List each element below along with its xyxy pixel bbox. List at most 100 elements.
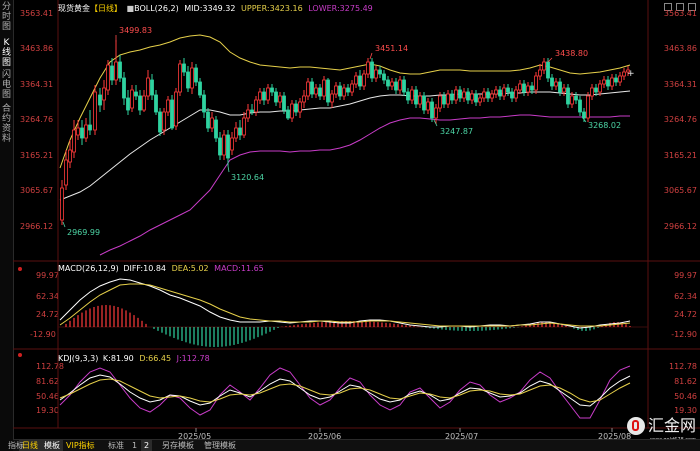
candle-body [222, 134, 226, 156]
candle-body [382, 73, 386, 81]
candle-body [558, 81, 562, 93]
candle-body [442, 95, 446, 105]
candle-body [370, 61, 374, 79]
candle-body [246, 109, 250, 119]
candle-body [550, 77, 554, 87]
candle-body [566, 87, 570, 105]
candle-body [318, 87, 322, 97]
candle-body [582, 111, 586, 119]
candle-body [586, 95, 590, 119]
candle-body [518, 83, 522, 91]
candle-body [538, 69, 542, 77]
chart-canvas[interactable]: 3499.83 3451.14 3438.80 3247.87 3268.02 … [0, 0, 700, 451]
candle-body [206, 111, 210, 129]
candle-body [314, 87, 318, 95]
kdj-marker-dot [18, 353, 22, 357]
candle-body [130, 89, 134, 109]
candle-body [242, 117, 246, 136]
tab-vip[interactable]: VIP指标 [63, 440, 98, 451]
tab-manage-template[interactable]: 管理模板 [201, 440, 239, 451]
candle-body [150, 79, 154, 96]
tab-save-template[interactable]: 另存模板 [159, 440, 197, 451]
macd-diff-line [59, 278, 631, 329]
high-annotation: 3451.14 [375, 44, 408, 53]
candle-body [482, 91, 486, 99]
candle-body [210, 117, 214, 129]
candle-body [610, 77, 614, 87]
candle-body [278, 95, 282, 103]
low-annotation: 3120.64 [231, 173, 264, 182]
candle-body [64, 159, 68, 186]
candle-body [158, 111, 162, 133]
candle-body [562, 87, 566, 93]
candle-body [546, 61, 550, 79]
candle-body [486, 91, 490, 99]
candle-body [570, 95, 574, 105]
macd-histogram [65, 305, 631, 347]
tab-page-2[interactable]: 2 [141, 440, 153, 451]
candle-body [434, 107, 438, 119]
candle-body [266, 87, 270, 101]
bottom-toolbar: 日线 指标 模板 VIP指标 标准 1 2 另存模板 管理模板 [8, 439, 700, 451]
tab-template[interactable]: 模板 [41, 440, 63, 451]
candle-body [302, 95, 306, 103]
trading-chart-app: 分时图 K线图 闪电图 合约资料 现货黄金【日线】 ■BOLL(26,2) MI… [0, 0, 700, 451]
candle-body [430, 101, 434, 119]
candle-body [174, 91, 178, 127]
candle-body [506, 87, 510, 93]
candle-body [250, 109, 254, 113]
candle-body [362, 73, 366, 87]
candle-body [602, 79, 606, 85]
candle-body [114, 61, 118, 81]
candle-body [154, 94, 158, 113]
candle-body [68, 149, 72, 163]
candle-body [262, 91, 266, 101]
candle-body [526, 85, 530, 93]
candle-body [574, 95, 578, 101]
candle-body [474, 93, 478, 103]
candle-body [190, 67, 194, 89]
candle-body [426, 101, 430, 111]
candle-body [606, 79, 610, 87]
candle-body [438, 95, 442, 109]
candle-body [178, 63, 182, 93]
candle-body [618, 75, 622, 83]
candlestick-group [60, 40, 630, 225]
candle-body [298, 101, 302, 113]
candle-body [126, 97, 130, 111]
candle-body [60, 187, 64, 221]
tab-indicator[interactable]: 指标 [5, 440, 27, 451]
candle-body [230, 137, 234, 151]
candle-body [234, 127, 238, 139]
candle-body [398, 79, 402, 91]
candle-body [462, 91, 466, 99]
tab-page-1[interactable]: 1 [129, 440, 140, 451]
candle-body [594, 87, 598, 93]
candle-body [72, 129, 76, 153]
tab-standard[interactable]: 标准 [105, 440, 127, 451]
macd-marker-dot [18, 267, 22, 271]
candle-body [418, 95, 422, 105]
candle-body [138, 95, 142, 111]
candle-body [258, 91, 262, 101]
candle-body [146, 77, 150, 97]
candle-body [270, 87, 274, 93]
candle-body [414, 89, 418, 105]
candle-body [402, 79, 406, 93]
candle-body [198, 81, 202, 96]
candle-body [502, 87, 506, 97]
high-annotation: 3438.80 [555, 49, 588, 58]
candle-body [542, 61, 546, 71]
candle-body [254, 99, 258, 113]
candle-body [102, 87, 106, 101]
candle-body [614, 77, 618, 83]
candle-body [166, 99, 170, 113]
candle-body [510, 91, 514, 99]
candle-body [386, 79, 390, 87]
candle-body [76, 127, 80, 136]
candle-body [162, 111, 166, 131]
candle-body [306, 81, 310, 97]
candle-body [118, 61, 122, 79]
candle-body [88, 124, 92, 131]
candle-body [374, 69, 378, 79]
